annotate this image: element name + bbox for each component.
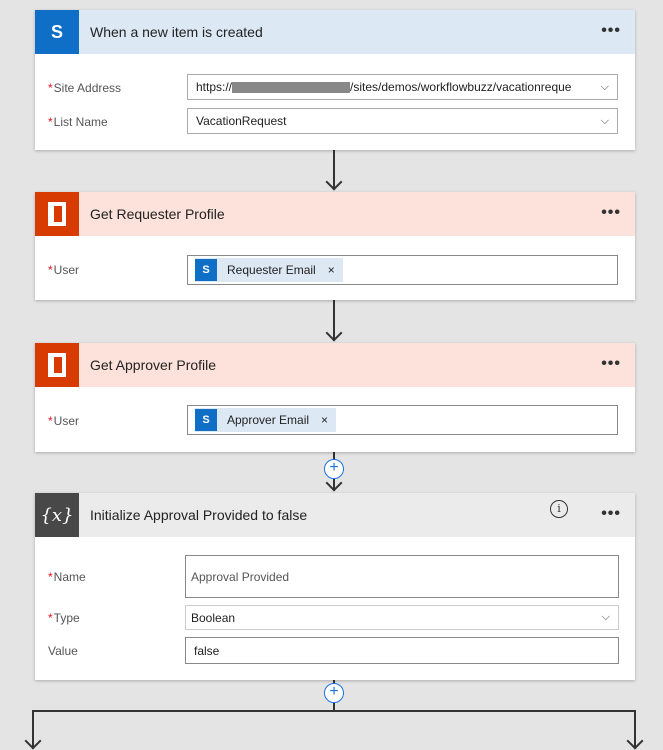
site-address-label: *Site Address (48, 81, 121, 95)
label-text: User (53, 414, 80, 428)
type-dropdown[interactable]: Boolean ⌵ (185, 605, 619, 630)
required-mark: * (48, 570, 53, 584)
arrow-down-icon (626, 732, 644, 750)
approver-email-token[interactable]: S Approver Email × (195, 408, 337, 432)
office-icon (35, 192, 79, 236)
branch-connector (32, 710, 636, 712)
required-mark: * (48, 81, 53, 95)
list-name-dropdown[interactable]: VacationRequest ⌵ (187, 108, 618, 134)
card-title: Get Approver Profile (90, 357, 217, 373)
get-approver-card: Get Approver Profile ••• *User S Approver… (35, 343, 635, 452)
label-text: Type (53, 611, 80, 625)
sharepoint-icon: S (195, 259, 217, 281)
label-text: List Name (53, 115, 108, 129)
arrow-down-icon (24, 732, 42, 750)
remove-token-icon[interactable]: × (328, 263, 335, 277)
init-header[interactable]: {x} Initialize Approval Provided to fals… (35, 493, 635, 537)
get-requester-card: Get Requester Profile ••• *User S Request… (35, 192, 635, 300)
variable-icon: {x} (35, 493, 79, 537)
card-title: Initialize Approval Provided to false (90, 507, 308, 523)
chevron-down-icon: ⌵ (600, 80, 609, 93)
card-title: Get Requester Profile (90, 206, 225, 222)
required-mark: * (48, 611, 53, 625)
type-label: *Type (48, 611, 80, 625)
redacted-text (232, 81, 351, 93)
value-label: Value (48, 644, 78, 658)
label-text: Name (53, 570, 86, 584)
more-options-icon[interactable]: ••• (601, 355, 621, 373)
trigger-card: S When a new item is created ••• *Site A… (35, 10, 635, 150)
add-step-button[interactable]: + (324, 683, 344, 703)
list-name-label: *List Name (48, 115, 108, 129)
label-text: Value (48, 644, 78, 658)
site-prefix: https:// (196, 80, 233, 94)
requester-header[interactable]: Get Requester Profile ••• (35, 192, 635, 236)
sharepoint-icon: S (35, 10, 79, 54)
name-input[interactable]: Approval Provided (185, 555, 619, 598)
arrow-down-icon (325, 173, 343, 191)
arrow-down-icon (325, 324, 343, 342)
user-label: *User (48, 414, 79, 428)
user-label: *User (48, 263, 79, 277)
approver-header[interactable]: Get Approver Profile ••• (35, 343, 635, 387)
name-value: Approval Provided (191, 569, 290, 584)
list-value: VacationRequest (196, 114, 287, 128)
required-mark: * (48, 263, 53, 277)
requester-email-token[interactable]: S Requester Email × (195, 258, 343, 282)
token-label: Requester Email (227, 263, 316, 277)
card-title: When a new item is created (90, 24, 263, 40)
trigger-header[interactable]: S When a new item is created ••• (35, 10, 635, 54)
site-address-dropdown[interactable]: https:// /sites/demos/workflowbuzz/vacati… (187, 74, 618, 100)
remove-token-icon[interactable]: × (321, 413, 328, 427)
initialize-variable-card: {x} Initialize Approval Provided to fals… (35, 493, 635, 680)
more-options-icon[interactable]: ••• (601, 22, 621, 40)
label-text: User (53, 263, 80, 277)
value-text: false (194, 643, 220, 658)
token-label: Approver Email (227, 413, 310, 427)
chevron-down-icon: ⌵ (601, 611, 610, 623)
more-options-icon[interactable]: ••• (601, 505, 621, 523)
site-suffix: /sites/demos/workflowbuzz/vacationreque (350, 80, 572, 94)
add-step-button[interactable]: + (324, 459, 344, 479)
name-label: *Name (48, 570, 86, 584)
office-icon (35, 343, 79, 387)
type-value: Boolean (191, 610, 236, 625)
required-mark: * (48, 414, 53, 428)
required-mark: * (48, 115, 53, 129)
user-input[interactable]: S Approver Email × (187, 405, 618, 435)
sharepoint-icon: S (195, 409, 217, 431)
label-text: Site Address (53, 81, 122, 95)
value-input[interactable]: false (185, 637, 619, 664)
user-input[interactable]: S Requester Email × (187, 255, 618, 285)
more-options-icon[interactable]: ••• (601, 204, 621, 222)
chevron-down-icon: ⌵ (600, 114, 609, 127)
info-icon[interactable]: i (550, 500, 568, 518)
